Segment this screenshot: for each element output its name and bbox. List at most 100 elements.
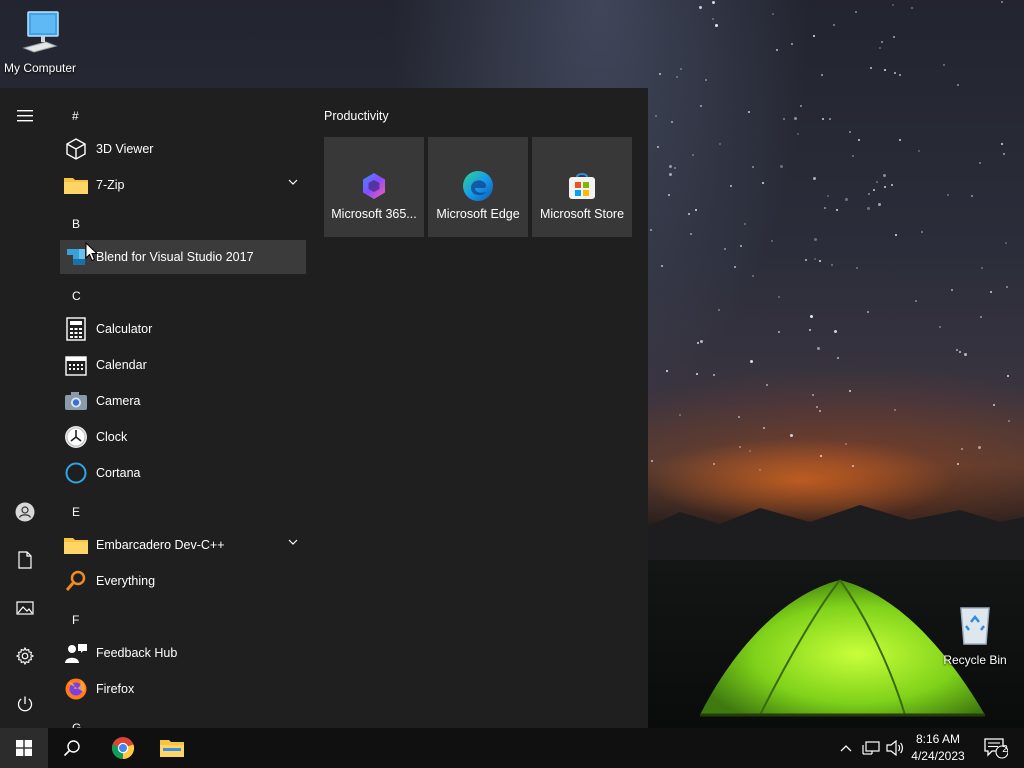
app-item-cortana[interactable]: Cortana [60,456,306,490]
calculator-icon [63,316,89,342]
show-hidden-icons-button[interactable] [836,728,856,768]
tile-group-title[interactable]: Productivity [324,109,389,123]
letter-header-f[interactable]: F [72,613,79,627]
chrome-taskbar-button[interactable] [98,728,148,768]
star [688,213,691,216]
clock-date: 4/24/2023 [911,749,965,763]
star [704,78,707,81]
recycle-bin-shortcut[interactable]: Recycle Bin [935,600,1015,667]
feedback-hub-icon [63,640,89,666]
app-item-everything[interactable]: Everything [60,564,306,598]
star [893,72,896,75]
pictures-button[interactable] [0,588,50,628]
star [761,181,764,184]
tile-microsoft-365[interactable]: Microsoft 365... [324,137,424,237]
star [1007,375,1010,378]
star [884,186,887,189]
star [826,194,829,197]
star [718,142,721,145]
star [743,222,746,225]
app-item-feedback-hub[interactable]: Feedback Hub [60,636,306,670]
star [650,228,653,231]
app-item-camera[interactable]: Camera [60,384,306,418]
app-item-clock[interactable]: Clock [60,420,306,454]
app-label: Firefox [96,682,135,696]
star [992,404,995,407]
clock-icon [63,424,89,450]
file-explorer-taskbar-button[interactable] [148,728,196,768]
star [848,131,851,134]
star [712,17,715,20]
volume-button[interactable] [884,728,906,768]
tile-label: Microsoft Store [539,207,625,221]
star [805,258,808,261]
star [910,6,913,9]
star [659,72,662,75]
my-computer-shortcut[interactable]: My Computer [0,8,80,75]
documents-button[interactable] [0,540,50,580]
letter-header-hash[interactable]: # [72,109,79,123]
star [783,117,786,120]
start-button[interactable] [0,728,48,768]
star [680,67,683,70]
star [951,288,954,291]
expand-menu-button[interactable] [0,96,50,136]
star [834,330,838,334]
star [866,207,870,211]
star [851,465,854,468]
app-item-7-zip[interactable]: 7-Zip [60,168,306,202]
settings-button[interactable] [0,636,50,676]
star [713,463,716,466]
letter-header-e[interactable]: E [72,505,80,519]
app-item-firefox[interactable]: Firefox [60,672,306,706]
star [877,202,881,206]
star [893,35,896,38]
star [676,75,679,78]
start-rail [0,88,50,728]
star [813,258,816,261]
account-button[interactable] [0,492,50,532]
documents-icon [18,551,32,569]
power-button[interactable] [0,684,50,724]
volume-icon [886,740,903,756]
star [873,188,876,191]
star [790,42,793,45]
star [978,161,981,164]
star [748,449,751,452]
app-item-calendar[interactable]: Calendar [60,348,306,382]
cube-icon [63,136,89,162]
clock-area[interactable]: 8:16 AM 4/24/2023 [906,728,970,768]
star [733,265,736,268]
letter-header-b[interactable]: B [72,217,80,231]
action-center-button[interactable]: 2 [976,728,1016,768]
tile-microsoft-edge[interactable]: Microsoft Edge [428,137,528,237]
recycle-bin-icon [960,607,990,645]
star [700,105,703,108]
app-label: 7-Zip [96,178,125,192]
star [691,154,694,157]
star [812,394,815,397]
star [750,360,754,364]
camera-icon [63,388,89,414]
network-button[interactable] [860,728,882,768]
star [990,291,993,294]
letter-header-g[interactable]: G [72,721,81,728]
star [654,115,657,118]
star [772,12,775,15]
star [894,234,897,237]
star [855,266,858,269]
app-item-3d-viewer[interactable]: 3D Viewer [60,132,306,166]
search-button[interactable] [48,728,96,768]
edge-icon [461,169,495,203]
star [789,433,793,437]
tile-microsoft-store[interactable]: Microsoft Store [532,137,632,237]
app-item-embarcadero-dev-cpp[interactable]: Embarcadero Dev-C++ [60,528,306,562]
app-item-calculator[interactable]: Calculator [60,312,306,346]
chevron-down-icon [288,539,298,545]
star [752,275,755,278]
store-icon [565,169,599,203]
star [946,193,949,196]
star [857,138,860,141]
chevron-down-icon [288,179,298,185]
letter-header-c[interactable]: C [72,289,81,303]
